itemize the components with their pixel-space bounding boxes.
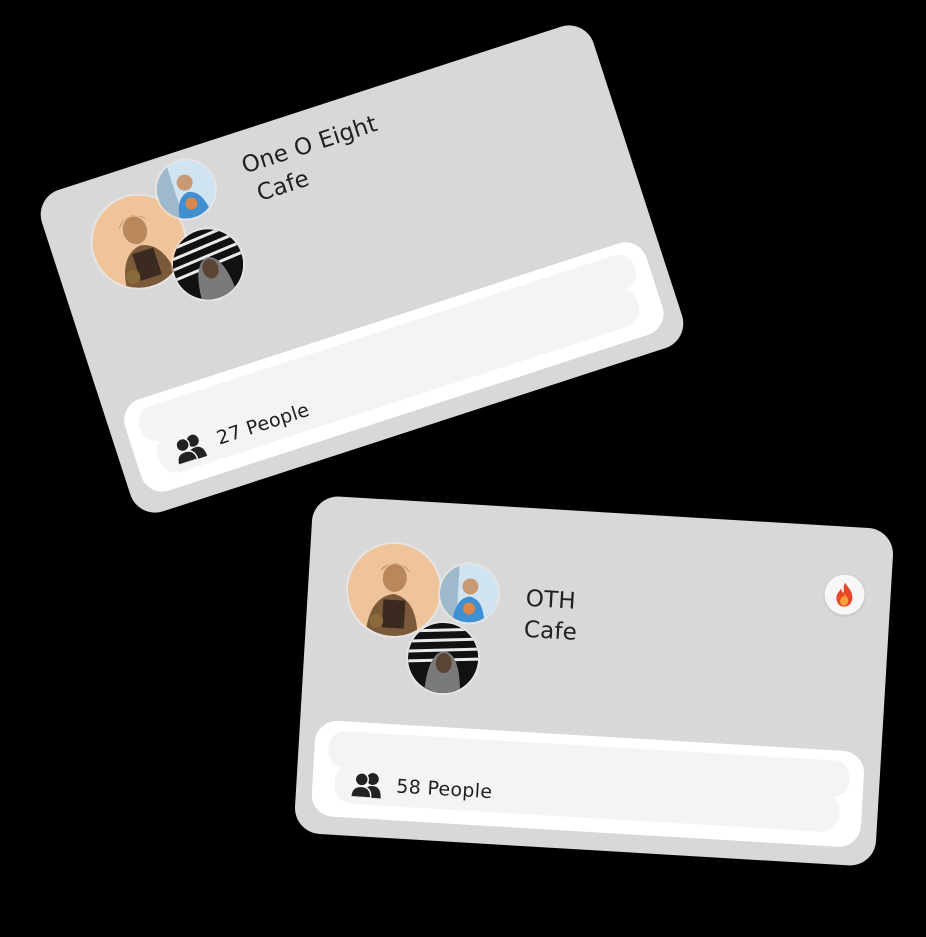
venue-card-oth[interactable]: OTH Cafe 58 People (293, 495, 895, 867)
avatar-musician (345, 541, 443, 639)
people-count: 58 People (395, 775, 493, 804)
people-icon (170, 430, 210, 466)
hot-badge[interactable] (823, 573, 866, 616)
card-footer: 58 People (310, 719, 866, 849)
venue-name: OTH Cafe (523, 584, 580, 649)
stage: One O Eight Cafe 27 People OTH Cafe 58 P… (0, 0, 926, 937)
venue-name-line-2: Cafe (523, 616, 578, 646)
venue-card-one-o-eight[interactable]: One O Eight Cafe 27 People (33, 18, 691, 520)
avatar-man-blue-shirt (438, 562, 500, 625)
avatar-hooded-person (406, 620, 481, 696)
venue-name: One O Eight Cafe (238, 109, 391, 211)
people-icon (349, 771, 385, 799)
fire-icon (833, 581, 857, 608)
venue-name-line-1: OTH (524, 585, 577, 615)
